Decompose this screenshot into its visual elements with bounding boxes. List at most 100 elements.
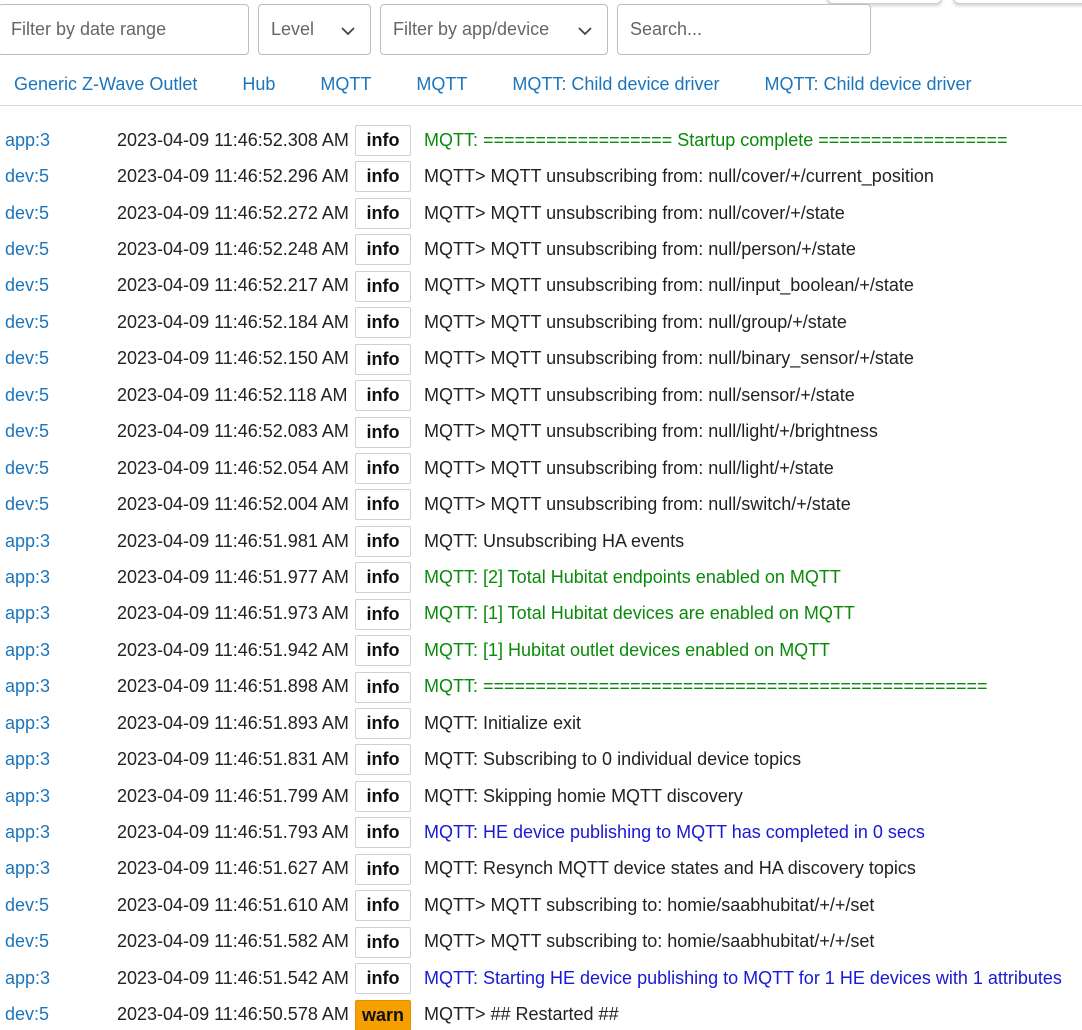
log-level-badge: info	[355, 307, 411, 339]
log-message: MQTT: HE device publishing to MQTT has c…	[424, 822, 925, 843]
log-level-badge: info	[355, 125, 411, 156]
log-timestamp: 2023-04-09 11:46:52.054 AM	[117, 457, 349, 478]
log-source-link[interactable]: app:3	[5, 603, 50, 624]
log-source-link[interactable]: app:3	[5, 968, 50, 989]
divider	[0, 105, 1082, 106]
log-message: MQTT: Unsubscribing HA events	[424, 530, 685, 551]
log-timestamp: 2023-04-09 11:46:52.272 AM	[117, 202, 349, 223]
log-level-badge: info	[355, 161, 411, 193]
log-message: MQTT> MQTT unsubscribing from: null/ligh…	[424, 457, 834, 478]
log-timestamp: 2023-04-09 11:46:52.083 AM	[117, 421, 349, 442]
log-source-link[interactable]: app:3	[5, 713, 50, 734]
log-level-badge: info	[355, 853, 411, 885]
log-timestamp: 2023-04-09 11:46:52.296 AM	[117, 166, 349, 187]
log-source-link[interactable]: dev:5	[5, 458, 49, 479]
log-level-badge: info	[355, 197, 411, 229]
device-link-hub[interactable]: Hub	[242, 74, 275, 95]
log-message: MQTT> MQTT unsubscribing from: null/sens…	[424, 384, 855, 405]
log-source-link[interactable]: app:3	[5, 786, 50, 807]
device-link-generic-zwave-outlet[interactable]: Generic Z-Wave Outlet	[14, 74, 197, 95]
log-source-link[interactable]: app:3	[5, 749, 50, 770]
log-source-link[interactable]: dev:5	[5, 895, 49, 916]
device-link-mqtt[interactable]: MQTT	[416, 74, 467, 95]
log-level-badge: info	[355, 744, 411, 776]
log-source-link[interactable]: app:3	[5, 858, 50, 879]
log-row: dev:5 2023-04-09 11:46:52.004 AM info MQTT>…	[0, 486, 1082, 522]
log-row: dev:5 2023-04-09 11:46:52.118 AM info MQTT>…	[0, 377, 1082, 413]
log-level-badge: info	[355, 598, 411, 630]
search-placeholder: Search...	[630, 19, 703, 39]
log-source-link[interactable]: dev:5	[5, 203, 49, 224]
log-row: dev:5 2023-04-09 11:46:51.582 AM info MQTT>…	[0, 924, 1082, 960]
log-timestamp: 2023-04-09 11:46:51.893 AM	[117, 712, 349, 733]
device-link-mqtt[interactable]: MQTT	[320, 74, 371, 95]
log-timestamp: 2023-04-09 11:46:51.799 AM	[117, 785, 349, 806]
log-row: app:3 2023-04-09 11:46:52.308 AM info MQTT:…	[0, 122, 1082, 158]
log-message: MQTT> MQTT subscribing to: homie/saabhub…	[424, 931, 875, 952]
logs-page: Filter by date range Level Filter by app…	[0, 0, 1082, 1030]
log-timestamp: 2023-04-09 11:46:51.977 AM	[117, 566, 349, 587]
device-link-mqtt-child-driver[interactable]: MQTT: Child device driver	[764, 74, 971, 95]
device-filter-links: Generic Z-Wave Outlet Hub MQTT MQTT MQTT…	[14, 70, 1017, 98]
log-source-link[interactable]: dev:5	[5, 494, 49, 515]
log-source-link[interactable]: dev:5	[5, 348, 49, 369]
app-device-select-label: Filter by app/device	[393, 19, 550, 39]
log-source-link[interactable]: dev:5	[5, 1004, 49, 1025]
log-message: MQTT: ================== Startup complet…	[424, 129, 1008, 150]
log-source-link[interactable]: app:3	[5, 640, 50, 661]
log-row: dev:5 2023-04-09 11:46:52.054 AM info MQTT>…	[0, 450, 1082, 486]
date-range-filter[interactable]: Filter by date range	[0, 4, 249, 55]
log-level-badge: info	[355, 817, 411, 849]
level-select[interactable]: Level	[258, 4, 371, 55]
log-source-link[interactable]: app:3	[5, 822, 50, 843]
log-timestamp: 2023-04-09 11:46:51.898 AM	[117, 676, 349, 697]
log-message: MQTT: [2] Total Hubitat endpoints enable…	[424, 566, 841, 587]
log-row: app:3 2023-04-09 11:46:51.627 AM info MQTT:…	[0, 851, 1082, 887]
log-timestamp: 2023-04-09 11:46:52.308 AM	[117, 129, 349, 150]
level-select-label: Level	[271, 19, 315, 39]
log-source-link[interactable]: dev:5	[5, 312, 49, 333]
log-timestamp: 2023-04-09 11:46:51.627 AM	[117, 858, 349, 879]
log-timestamp: 2023-04-09 11:46:52.184 AM	[117, 311, 349, 332]
log-row: dev:5 2023-04-09 11:46:52.296 AM info MQTT>…	[0, 158, 1082, 194]
log-level-badge: info	[355, 635, 411, 667]
log-timestamp: 2023-04-09 11:46:51.610 AM	[117, 894, 349, 915]
date-range-placeholder: Filter by date range	[11, 19, 167, 39]
log-message: MQTT: ==================================…	[424, 676, 988, 697]
log-source-link[interactable]: dev:5	[5, 385, 49, 406]
log-source-link[interactable]: app:3	[5, 567, 50, 588]
log-timestamp: 2023-04-09 11:46:51.831 AM	[117, 749, 349, 770]
log-source-link[interactable]: dev:5	[5, 166, 49, 187]
log-level-badge: info	[355, 234, 411, 266]
log-source-link[interactable]: app:3	[5, 676, 50, 697]
log-timestamp: 2023-04-09 11:46:51.793 AM	[117, 822, 349, 843]
log-message: MQTT> ## Restarted ##	[424, 1004, 619, 1025]
log-source-link[interactable]: dev:5	[5, 239, 49, 260]
log-level-badge: info	[355, 671, 411, 703]
log-row: app:3 2023-04-09 11:46:51.898 AM info MQTT:…	[0, 669, 1082, 705]
log-level-badge: info	[355, 452, 411, 484]
log-source-link[interactable]: dev:5	[5, 931, 49, 952]
log-message: MQTT> MQTT unsubscribing from: null/cove…	[424, 166, 934, 187]
log-row: dev:5 2023-04-09 11:46:52.217 AM info MQTT>…	[0, 268, 1082, 304]
log-message: MQTT> MQTT subscribing to: homie/saabhub…	[424, 894, 875, 915]
log-row: app:3 2023-04-09 11:46:51.793 AM info MQTT:…	[0, 814, 1082, 850]
log-source-link[interactable]: app:3	[5, 531, 50, 552]
log-timestamp: 2023-04-09 11:46:52.217 AM	[117, 275, 349, 296]
log-timestamp: 2023-04-09 11:46:51.973 AM	[117, 603, 349, 624]
log-message: MQTT: Starting HE device publishing to M…	[424, 967, 1062, 988]
log-row: app:3 2023-04-09 11:46:51.542 AM info MQTT:…	[0, 960, 1082, 996]
log-level-badge: info	[355, 890, 411, 922]
log-message: MQTT> MQTT unsubscribing from: null/ligh…	[424, 421, 878, 442]
search-input[interactable]: Search...	[617, 4, 871, 55]
log-source-link[interactable]: dev:5	[5, 421, 49, 442]
log-level-badge: info	[355, 525, 411, 557]
app-device-select[interactable]: Filter by app/device	[380, 4, 608, 55]
filter-bar: Filter by date range Level Filter by app…	[0, 4, 1082, 56]
log-source-link[interactable]: app:3	[5, 130, 50, 151]
log-message: MQTT: [1] Hubitat outlet devices enabled…	[424, 639, 831, 660]
log-timestamp: 2023-04-09 11:46:51.942 AM	[117, 639, 349, 660]
log-source-link[interactable]: dev:5	[5, 275, 49, 296]
device-link-mqtt-child-driver[interactable]: MQTT: Child device driver	[512, 74, 719, 95]
log-row: dev:5 2023-04-09 11:46:52.248 AM info MQTT>…	[0, 231, 1082, 267]
